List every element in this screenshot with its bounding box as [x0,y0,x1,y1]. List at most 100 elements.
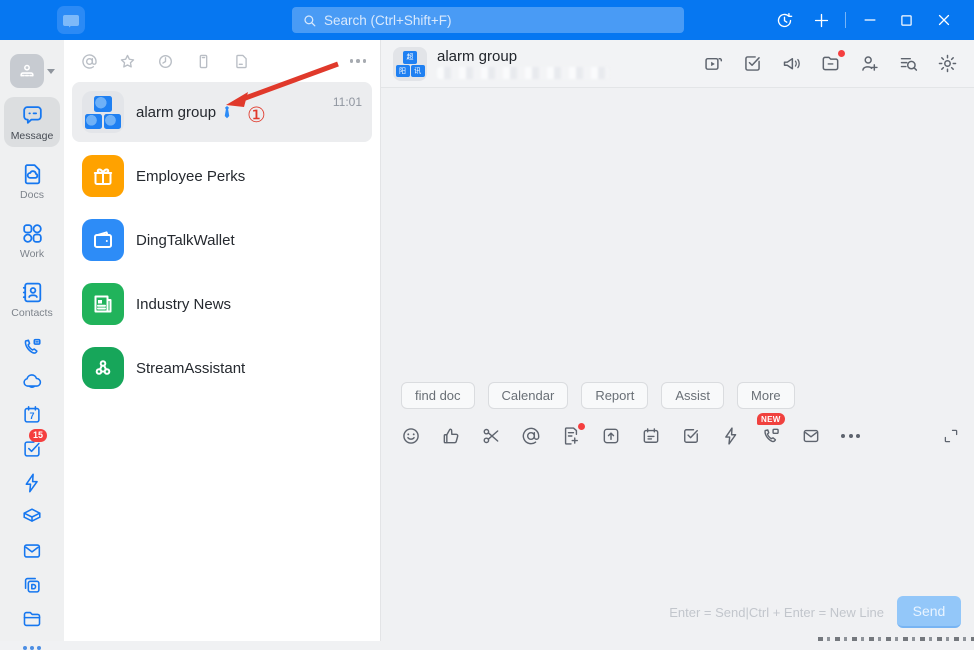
maximize-icon[interactable] [888,0,925,40]
gift-icon [82,155,124,197]
sidebar-item-work[interactable]: Work [4,215,60,265]
quick-action-assist[interactable]: Assist [661,382,724,409]
lightning-icon[interactable] [21,472,43,494]
org-avatar [10,54,44,88]
box-layers-icon[interactable] [21,506,43,528]
share-nodes-icon [82,347,124,389]
todo-check-icon[interactable]: 15 [21,438,43,460]
sidebar-item-message[interactable]: Message [4,97,60,147]
avatar-tile: 讯 [411,65,425,77]
add-icon[interactable] [803,0,840,40]
mail-icon[interactable] [21,540,43,562]
file-icon[interactable] [233,53,250,70]
group-avatar [82,91,124,133]
schedule-icon[interactable] [641,426,661,446]
group-avatar[interactable]: 超 阳 讯 [393,47,427,81]
history-icon[interactable] [766,0,803,40]
conversation-dingtalk-wallet[interactable]: DingTalkWallet [72,210,372,270]
todo-check-icon[interactable] [742,53,763,74]
conversation-alarm-group[interactable]: alarm group 11:01 [72,82,372,142]
star-icon[interactable] [119,53,136,70]
sidebar-item-label: Contacts [11,307,52,319]
search-placeholder: Search (Ctrl+Shift+F) [324,13,452,28]
avatar-tile: 超 [403,51,417,64]
conversation-name: DingTalkWallet [136,232,235,249]
lightning-icon[interactable] [721,426,741,446]
mail-icon[interactable] [801,426,821,446]
global-search-input[interactable]: Search (Ctrl+Shift+F) [292,7,684,33]
workspace-switcher[interactable] [10,54,55,88]
composer-toolbar: NEW [401,426,960,446]
calendar-day-number: 7 [21,411,43,421]
dingtalk-logo-icon [63,15,79,26]
sidebar-item-docs[interactable]: Docs [4,156,60,206]
quick-action-more[interactable]: More [737,382,795,409]
mention-icon[interactable] [521,426,541,446]
quick-actions: find doc Calendar Report Assist More [401,382,795,409]
calendar-icon[interactable]: 7 [21,404,43,426]
windows-icon[interactable] [21,574,43,596]
announcement-icon[interactable] [781,53,802,74]
new-doc-icon[interactable] [561,426,581,446]
grid-icon [20,221,45,246]
add-member-icon[interactable] [859,53,880,74]
document-icon [20,162,45,187]
todo-badge: 15 [29,429,47,442]
cloud-drive-icon[interactable] [21,370,43,392]
quick-action-report[interactable]: Report [581,382,648,409]
quick-action-find-doc[interactable]: find doc [401,382,475,409]
conversation-name: StreamAssistant [136,360,245,377]
search-icon [302,13,317,28]
chat-header: 超 阳 讯 alarm group [381,40,974,88]
chevron-down-icon [47,69,55,74]
mention-icon[interactable] [81,53,98,70]
video-meeting-icon[interactable] [703,53,724,74]
emoji-icon[interactable] [401,426,421,446]
chat-bubble-icon [20,103,45,128]
conversation-name: Industry News [136,296,231,313]
chat-title: alarm group [437,48,609,65]
folder-icon[interactable] [21,608,43,630]
redacted-subtitle [437,67,609,79]
expand-icon[interactable] [942,427,960,445]
notification-dot [838,50,845,57]
quick-action-calendar[interactable]: Calendar [488,382,569,409]
upload-file-icon[interactable] [601,426,621,446]
app-logo[interactable] [57,6,85,34]
conversation-stream-assistant[interactable]: StreamAssistant [72,338,372,398]
conversation-time: 11:01 [333,95,362,109]
wallet-icon [82,219,124,261]
sidebar-item-label: Work [20,248,44,260]
clipped-desktop-text [818,637,974,641]
task-check-icon[interactable] [681,426,701,446]
send-hint: Enter = Send|Ctrl + Enter = New Line [669,605,884,620]
send-button[interactable]: Send [897,596,961,628]
conversation-items: alarm group 11:01 Employee Perks DingTal… [64,80,380,398]
more-dots-icon[interactable] [841,434,860,438]
video-phone-icon[interactable] [21,336,43,358]
conversation-filters [64,40,380,80]
sidebar-item-contacts[interactable]: Contacts [4,274,60,324]
minimize-icon[interactable] [851,0,888,40]
chat-panel: 超 阳 讯 alarm group [380,40,974,641]
thumbs-up-icon[interactable] [441,426,461,446]
scissors-icon[interactable] [481,426,501,446]
more-dots-icon[interactable] [350,59,367,63]
close-icon[interactable] [925,0,962,40]
conversation-name: alarm group [136,104,216,121]
phone-icon[interactable] [195,53,212,70]
search-history-icon[interactable] [898,53,919,74]
more-dots-icon[interactable] [23,646,41,650]
composer-send-row: Enter = Send|Ctrl + Enter = New Line Sen… [669,596,961,628]
newspaper-icon [82,283,124,325]
app-sidebar: Message Docs Work Contacts 7 15 [0,40,64,641]
conversation-industry-news[interactable]: Industry News [72,274,372,334]
new-badge: NEW [757,413,785,425]
settings-gear-icon[interactable] [937,53,958,74]
conversation-employee-perks[interactable]: Employee Perks [72,146,372,206]
title-bar: Search (Ctrl+Shift+F) [0,0,974,40]
sidebar-item-label: Docs [20,189,44,201]
group-folder-icon[interactable] [820,53,841,74]
video-call-icon[interactable]: NEW [761,426,781,446]
clock-icon[interactable] [157,53,174,70]
